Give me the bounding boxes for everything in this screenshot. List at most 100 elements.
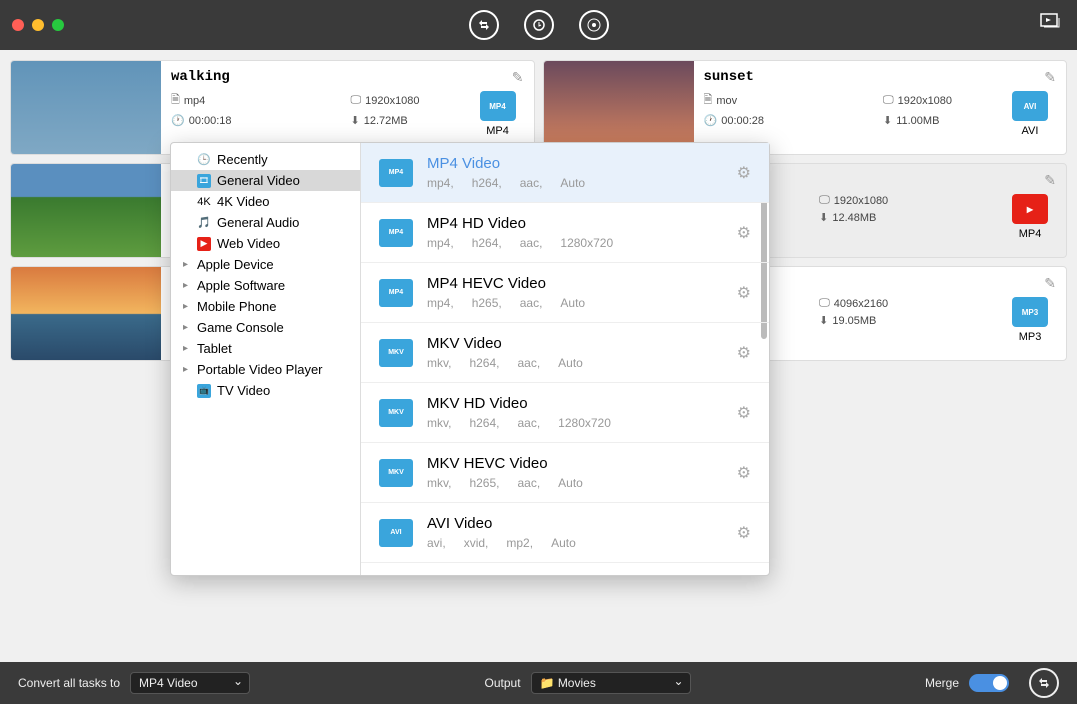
- format-icon: MP4: [379, 219, 413, 247]
- format-icon: MKV: [379, 399, 413, 427]
- gear-icon[interactable]: ⚙: [737, 403, 751, 423]
- merge-toggle[interactable]: [969, 674, 1009, 692]
- chevron-right-icon: ▸: [183, 364, 191, 375]
- category-item[interactable]: 📺TV Video: [171, 380, 360, 401]
- convert-tab[interactable]: [469, 10, 499, 40]
- start-convert-button[interactable]: [1029, 668, 1059, 698]
- video-title: sunset: [704, 69, 1057, 85]
- clock-icon: 🕐: [171, 114, 185, 127]
- resolution-icon: 🖵: [819, 194, 830, 207]
- video-card[interactable]: sunset 🗎mov 🖵1920x1080 🕐00:00:28 ⬇11.00M…: [543, 60, 1068, 155]
- category-item[interactable]: ▸Apple Software: [171, 275, 360, 296]
- format-row[interactable]: MKV MKV HD Video mkv,h264,aac,1280x720 ⚙: [361, 383, 769, 443]
- category-item[interactable]: ▸ Mobile Phone: [171, 296, 360, 317]
- edit-icon[interactable]: ✎: [1044, 275, 1056, 292]
- resolution-icon: 🖵: [350, 94, 361, 107]
- format-details: avi,xvid,mp2,Auto: [427, 536, 723, 550]
- format-row[interactable]: MKV MKV Video mkv,h264,aac,Auto ⚙: [361, 323, 769, 383]
- clock-icon: 🕒: [197, 153, 211, 167]
- format-icon: MKV: [379, 459, 413, 487]
- category-item[interactable]: ▶Web Video: [171, 233, 360, 254]
- chevron-right-icon: ▸: [183, 343, 191, 354]
- output-format[interactable]: MP4 MP4: [480, 91, 516, 137]
- format-name: MKV HEVC Video: [427, 455, 723, 472]
- category-label: General Audio: [217, 215, 299, 230]
- file-icon: 🗎: [704, 91, 713, 110]
- category-label: Recently: [217, 152, 268, 167]
- category-item[interactable]: 4K4K Video: [171, 191, 360, 212]
- category-item[interactable]: 🎞General Video: [171, 170, 360, 191]
- output-format[interactable]: AVI AVI: [1012, 91, 1048, 137]
- download-icon: ⬇: [350, 114, 359, 127]
- gear-icon[interactable]: ⚙: [737, 283, 751, 303]
- video-title: walking: [171, 69, 524, 85]
- minimize-button[interactable]: [32, 19, 44, 31]
- category-sidebar: 🕒 Recently 🎞General Video4K4K Video🎵Genera…: [171, 143, 361, 575]
- category-label: Apple Device: [197, 257, 274, 272]
- output-format[interactable]: ▶ MP4: [1012, 194, 1048, 240]
- film-icon: 🎞: [197, 174, 211, 188]
- format-details: mp4,h264,aac,Auto: [427, 176, 723, 190]
- category-label: TV Video: [217, 383, 270, 398]
- output-folder-select[interactable]: 📁 Movies: [531, 672, 691, 694]
- format-details: mp4,h264,aac,1280x720: [427, 236, 723, 250]
- edit-icon[interactable]: ✎: [512, 69, 524, 86]
- gear-icon[interactable]: ⚙: [737, 163, 751, 183]
- 4k-icon: 4K: [197, 195, 211, 209]
- yt-icon: ▶: [197, 237, 211, 251]
- format-name: MP4 HEVC Video: [427, 275, 723, 292]
- gear-icon[interactable]: ⚙: [737, 463, 751, 483]
- category-item[interactable]: 🎵General Audio: [171, 212, 360, 233]
- media-tab[interactable]: [579, 10, 609, 40]
- output-label: Output: [485, 676, 521, 690]
- category-item[interactable]: 🕒 Recently: [171, 149, 360, 170]
- format-row[interactable]: MKV MKV HEVC Video mkv,h265,aac,Auto ⚙: [361, 443, 769, 503]
- gear-icon[interactable]: ⚙: [737, 523, 751, 543]
- titlebar: [0, 0, 1077, 50]
- format-name: MP4 HD Video: [427, 215, 723, 232]
- thumbnail: [11, 164, 161, 257]
- window-controls: [12, 19, 64, 31]
- format-list: MP4 MP4 Video mp4,h264,aac,Auto ⚙ MP4 MP…: [361, 143, 769, 575]
- format-badge-icon: MP3: [1012, 297, 1048, 327]
- category-item[interactable]: ▸ Portable Video Player: [171, 359, 360, 380]
- format-icon: AVI: [379, 519, 413, 547]
- format-row[interactable]: MP4 MP4 HD Video mp4,h264,aac,1280x720 ⚙: [361, 203, 769, 263]
- category-item[interactable]: ▸ Tablet: [171, 338, 360, 359]
- edit-icon[interactable]: ✎: [1044, 69, 1056, 86]
- category-label: Mobile Phone: [197, 299, 277, 314]
- maximize-button[interactable]: [52, 19, 64, 31]
- format-details: mp4,h265,aac,Auto: [427, 296, 723, 310]
- category-label: Game Console: [197, 320, 284, 335]
- download-tab[interactable]: [524, 10, 554, 40]
- format-row[interactable]: MP4 MP4 Video mp4,h264,aac,Auto ⚙: [361, 143, 769, 203]
- video-card[interactable]: walking 🗎mp4 🖵1920x1080 🕐00:00:18 ⬇12.72…: [10, 60, 535, 155]
- bottom-bar: Convert all tasks to MP4 Video Output 📁 …: [0, 662, 1077, 704]
- format-icon: MKV: [379, 339, 413, 367]
- gear-icon[interactable]: ⚙: [737, 223, 751, 243]
- edit-icon[interactable]: ✎: [1044, 172, 1056, 189]
- format-badge-icon: AVI: [1012, 91, 1048, 121]
- download-icon: ⬇: [883, 114, 892, 127]
- youtube-icon: ▶: [1012, 194, 1048, 224]
- library-icon[interactable]: [1040, 13, 1062, 37]
- output-format[interactable]: MP3 MP3: [1012, 297, 1048, 343]
- category-label: Tablet: [197, 341, 232, 356]
- category-item[interactable]: ▸Game Console: [171, 317, 360, 338]
- convert-format-select[interactable]: MP4 Video: [130, 672, 250, 694]
- download-icon: ⬇: [819, 314, 828, 327]
- format-name: MP4 Video: [427, 155, 723, 172]
- close-button[interactable]: [12, 19, 24, 31]
- format-row[interactable]: AVI AVI Video avi,xvid,mp2,Auto ⚙: [361, 503, 769, 563]
- format-name: MKV Video: [427, 335, 723, 352]
- category-item[interactable]: ▸Apple Device: [171, 254, 360, 275]
- chevron-right-icon: ▸: [183, 301, 191, 312]
- chevron-right-icon: ▸: [183, 280, 191, 291]
- format-badge-icon: MP4: [480, 91, 516, 121]
- format-details: mkv,h265,aac,Auto: [427, 476, 723, 490]
- format-details: mkv,h264,aac,Auto: [427, 356, 723, 370]
- category-label: Portable Video Player: [197, 362, 323, 377]
- convert-all-label: Convert all tasks to: [18, 676, 120, 690]
- format-row[interactable]: MP4 MP4 HEVC Video mp4,h265,aac,Auto ⚙: [361, 263, 769, 323]
- gear-icon[interactable]: ⚙: [737, 343, 751, 363]
